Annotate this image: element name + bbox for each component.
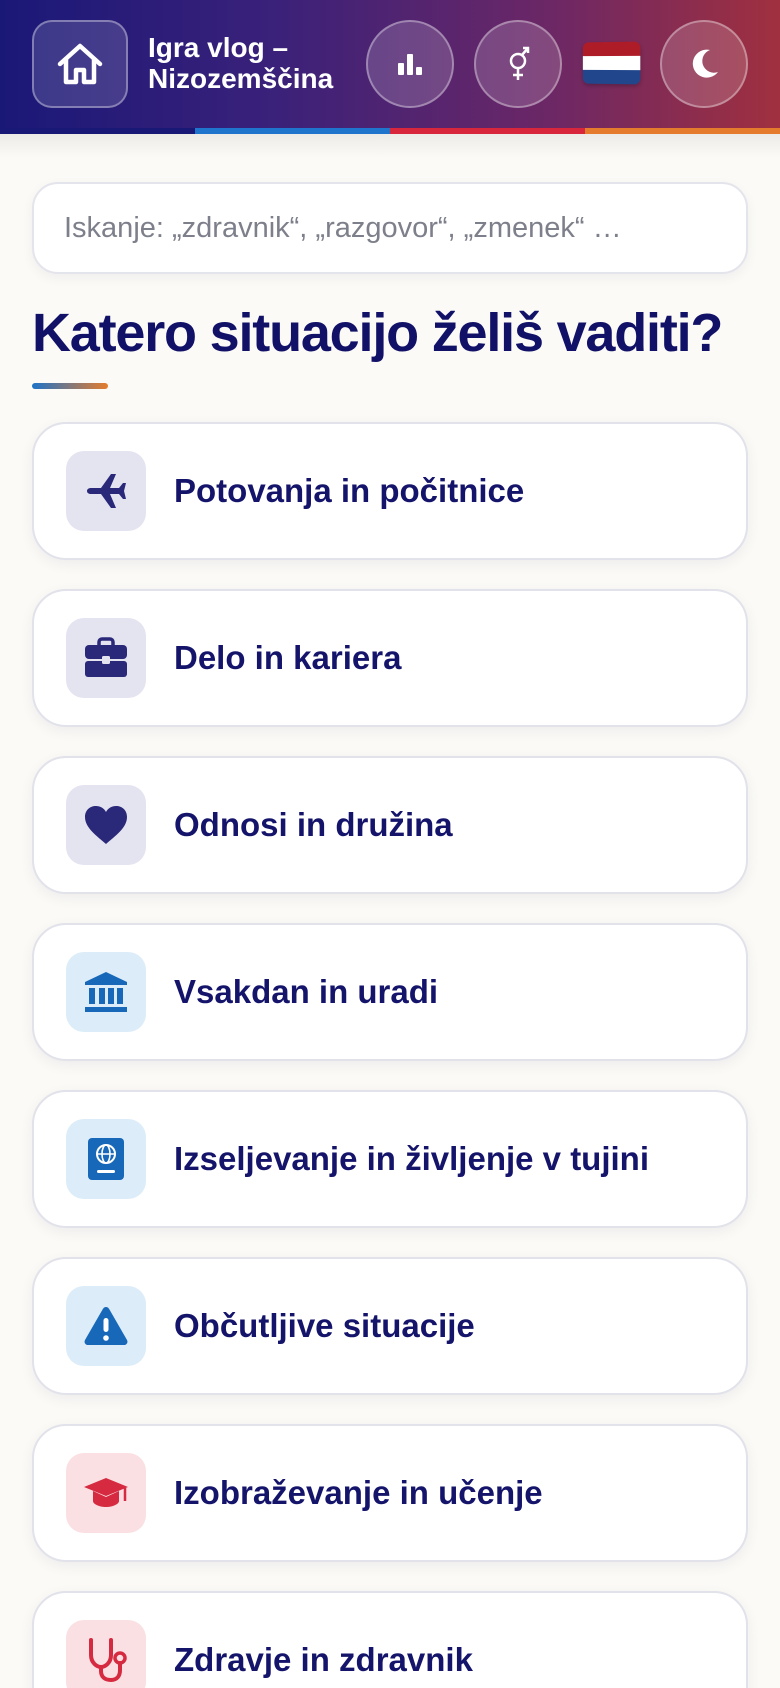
- search-box: [32, 182, 748, 274]
- category-card-work[interactable]: Delo in kariera: [32, 589, 748, 727]
- home-button[interactable]: [32, 20, 128, 108]
- page-title: Katero situacijo želiš vaditi?: [32, 303, 723, 363]
- category-card-health[interactable]: Zdravje in zdravnik: [32, 1591, 748, 1688]
- bank-icon: [85, 972, 127, 1012]
- graduation-cap-icon: [84, 1478, 128, 1507]
- netherlands-flag-icon[interactable]: [582, 41, 641, 85]
- app-header: Igra vlog – Nizozemščina: [0, 0, 780, 128]
- title-underline: [32, 383, 108, 389]
- header-shadow: [0, 134, 780, 158]
- stethoscope-icon: [89, 1638, 127, 1683]
- heart-icon: [85, 806, 127, 844]
- category-card-everyday[interactable]: Vsakdan in uradi: [32, 923, 748, 1061]
- gender-icon: [509, 46, 530, 80]
- app-title: Igra vlog – Nizozemščina: [148, 32, 334, 94]
- category-label: Potovanja in počitnice: [174, 472, 525, 509]
- home-icon: [57, 43, 103, 85]
- passport-icon: [88, 1138, 124, 1180]
- category-card-travel[interactable]: Potovanja in počitnice: [32, 422, 748, 560]
- airplane-icon: [87, 474, 126, 508]
- dark-mode-button[interactable]: [660, 20, 748, 108]
- category-list: Potovanja in počitnice Delo in kariera O…: [32, 422, 748, 1688]
- bar-chart-icon: [398, 54, 422, 75]
- category-card-emigration[interactable]: Izseljevanje in življenje v tujini: [32, 1090, 748, 1228]
- category-card-education[interactable]: Izobraževanje in učenje: [32, 1424, 748, 1562]
- gender-button[interactable]: [474, 20, 562, 108]
- search-input[interactable]: [64, 211, 716, 245]
- moon-icon: [692, 49, 718, 78]
- stats-button[interactable]: [366, 20, 454, 108]
- category-label: Zdravje in zdravnik: [174, 1641, 473, 1678]
- category-label: Izobraževanje in učenje: [174, 1474, 543, 1511]
- briefcase-icon: [85, 637, 127, 677]
- warning-icon: [84, 1307, 128, 1345]
- category-label: Odnosi in družina: [174, 806, 453, 843]
- category-card-relationships[interactable]: Odnosi in družina: [32, 756, 748, 894]
- category-label: Vsakdan in uradi: [174, 973, 439, 1010]
- category-label: Občutljive situacije: [174, 1307, 475, 1344]
- category-label: Izseljevanje in življenje v tujini: [174, 1140, 650, 1177]
- category-card-sensitive[interactable]: Občutljive situacije: [32, 1257, 748, 1395]
- category-label: Delo in kariera: [174, 639, 402, 676]
